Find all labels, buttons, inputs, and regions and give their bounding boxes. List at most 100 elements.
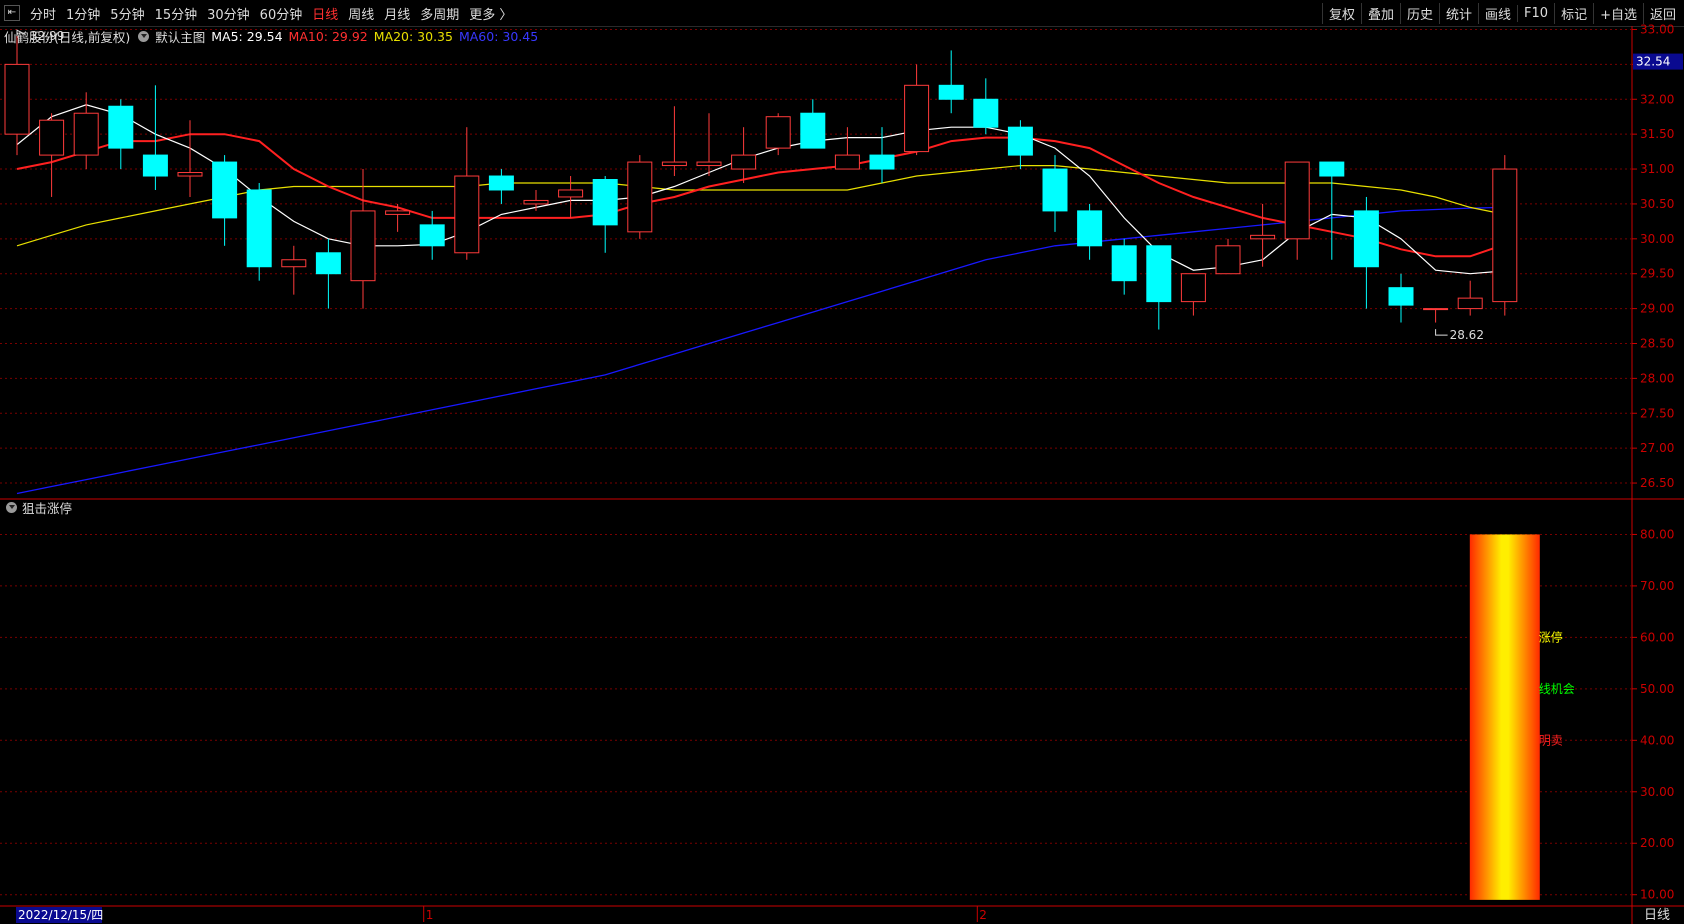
price-tick-label: 32.50 [1640,57,1674,71]
ma10-label: MA10: 29.92 [288,28,368,44]
candle-body [419,224,445,247]
ma20-label: MA20: 30.35 [373,28,453,44]
period-tab-10[interactable]: 更多 〉 [469,4,512,23]
price-tick-label: 29.00 [1640,302,1674,316]
low-marker-label: 28.62 [1450,328,1484,342]
candle-body [834,154,860,170]
candle [558,176,584,218]
candle-body [869,154,895,170]
candle-body [1007,126,1033,156]
candle [212,155,238,246]
candle-body [523,199,549,205]
indicator-tick-label: 70.00 [1640,579,1674,593]
period-tab-1[interactable]: 1分钟 [66,4,100,23]
candle-body [39,119,65,156]
price-tick-label: 30.00 [1640,232,1674,246]
candle [523,189,549,211]
candle-body [1284,161,1310,240]
candle-body [1077,210,1103,247]
price-tick-label: 28.50 [1640,336,1674,350]
candle-body [1146,245,1172,303]
candle-body [731,154,757,170]
candle [1388,273,1414,323]
candle [765,113,791,156]
toolbar-button-0[interactable]: 复权 [1321,2,1361,24]
candle-body [142,154,168,177]
price-tick-label: 27.50 [1640,406,1674,420]
price-tick-label: 28.00 [1640,371,1674,385]
indicator-tick-label: 30.00 [1640,785,1674,799]
price-tick-label: 32.00 [1640,92,1674,106]
candle [1111,238,1137,295]
period-tab-8[interactable]: 月线 [384,4,410,23]
candle-body [246,189,272,268]
candle-body [1457,297,1483,310]
candle-body [108,105,134,149]
indicator-tick-label: 50.00 [1640,682,1674,696]
period-tab-3[interactable]: 15分钟 [155,4,198,23]
signal-label-0: 涨停 [1539,629,1563,644]
date-tag [16,907,102,923]
toolbar-button-8[interactable]: 返回 [1642,2,1682,24]
candle-body [73,112,99,156]
candle-body [973,98,999,128]
toolbar-button-7[interactable]: +自选 [1593,2,1643,24]
candle [627,155,653,239]
indicator-tick-label: 80.00 [1640,527,1674,541]
period-tab-5[interactable]: 60分钟 [260,4,303,23]
candle [869,127,895,183]
period-tab-6[interactable]: 日线 [312,4,338,23]
price-axis: 33.0032.5032.0031.5031.0030.5030.0029.50… [1632,22,1674,490]
template-name[interactable]: 默认主图 [155,27,205,46]
candle [4,29,30,156]
candle [661,106,687,177]
candle [1215,238,1241,275]
indicator-name[interactable]: 狙击涨停 [22,498,72,517]
toolbar-button-3[interactable]: 统计 [1439,2,1478,24]
candle [1284,161,1310,260]
candle [454,127,480,260]
candles [4,29,1518,330]
candle-body [1388,287,1414,306]
candle [973,78,999,135]
toolbar-button-6[interactable]: 标记 [1554,2,1593,24]
candle [73,92,99,170]
period-tab-0[interactable]: 分时 [30,4,56,23]
toolbar-button-4[interactable]: 画线 [1478,2,1517,24]
candle [1180,273,1206,316]
dropdown-circle-icon[interactable] [138,30,150,42]
candle [177,120,203,197]
candle [281,245,307,295]
chart-frame [0,26,1684,924]
candle [419,210,445,260]
candle [834,127,860,170]
candle-body [1319,161,1345,177]
candle [1353,196,1379,309]
candle [1492,155,1518,316]
candle-body [1250,234,1276,240]
dropdown-circle-icon[interactable] [6,501,17,513]
candle [1319,161,1345,260]
candle [142,85,168,190]
stock-name: 仙鹤股份 [4,29,55,45]
candle-body [385,210,411,215]
kline-chart[interactable]: 33.0032.5032.0031.5031.0030.5030.0029.50… [0,0,1684,924]
candle-body [627,161,653,233]
period-tab-9[interactable]: 多周期 [420,4,459,23]
candle [315,238,341,309]
indicator-axis: 80.00 70.00 60.00 50.00 40.00 30.00 20.00 10.00 [1632,527,1674,902]
back-arrow-icon[interactable]: ⇤ [4,5,20,21]
period-tab-4[interactable]: 30分钟 [207,4,250,23]
toolbar-button-5[interactable]: F10 [1517,4,1554,22]
price-tick-label: 27.00 [1640,441,1674,455]
ma20-line [16,165,1505,247]
chart-mode: (日线,前复权) [54,29,131,45]
period-label: 日线 [1643,908,1670,923]
toolbar-button-2[interactable]: 历史 [1399,2,1439,24]
period-tab-2[interactable]: 5分钟 [110,4,144,23]
price-tick-label: 29.50 [1640,267,1674,281]
period-tab-7[interactable]: 周线 [348,4,374,23]
ma60-label: MA60: 30.45 [458,28,539,44]
price-tick-label: 30.50 [1640,197,1674,211]
toolbar-button-1[interactable]: 叠加 [1360,2,1400,24]
